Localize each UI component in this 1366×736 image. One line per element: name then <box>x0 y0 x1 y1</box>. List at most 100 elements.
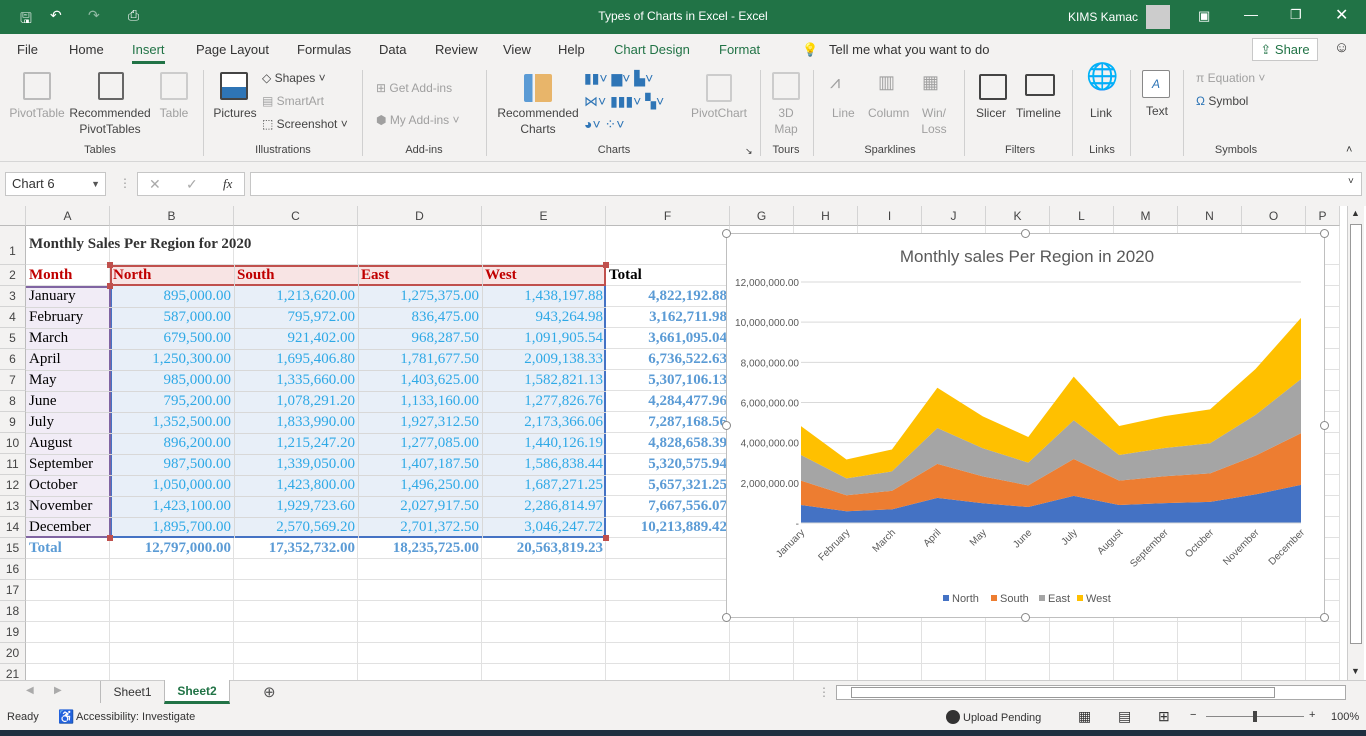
table-button[interactable]: Table <box>156 105 192 121</box>
cell[interactable] <box>794 643 858 664</box>
column-header[interactable]: C <box>234 206 358 226</box>
tab-file[interactable]: File <box>17 42 38 57</box>
row-header[interactable]: 1 <box>0 226 26 265</box>
cell[interactable] <box>26 601 110 622</box>
cell[interactable] <box>606 601 730 622</box>
cell[interactable] <box>110 622 234 643</box>
insert-function-icon[interactable]: fx <box>223 176 232 192</box>
month-cell[interactable]: April <box>26 349 110 369</box>
cell[interactable] <box>1242 643 1306 664</box>
row-header[interactable]: 20 <box>0 643 26 664</box>
row-header[interactable]: 11 <box>0 454 26 475</box>
cell[interactable] <box>606 226 730 265</box>
line-sparkline-button[interactable]: Line <box>832 105 855 121</box>
value-cell[interactable]: 1,927,312.50 <box>358 412 482 432</box>
column-header[interactable]: G <box>730 206 794 226</box>
header-cell[interactable]: South <box>234 265 278 285</box>
value-cell[interactable]: 1,133,160.00 <box>358 391 482 411</box>
value-cell[interactable]: 1,339,050.00 <box>234 454 358 474</box>
total-cell[interactable]: 5,320,575.94 <box>606 454 730 474</box>
grand-total-cell[interactable]: 17,352,732.00 <box>234 538 358 558</box>
column-header[interactable]: F <box>606 206 730 226</box>
cell[interactable] <box>1114 643 1178 664</box>
cell[interactable] <box>358 559 482 580</box>
total-cell[interactable]: 3,661,095.04 <box>606 328 730 348</box>
value-cell[interactable]: 1,695,406.80 <box>234 349 358 369</box>
cell[interactable] <box>234 601 358 622</box>
row-header[interactable]: 18 <box>0 601 26 622</box>
pivotchart-button[interactable]: PivotChart <box>688 105 750 121</box>
value-cell[interactable]: 1,277,085.00 <box>358 433 482 453</box>
recommended-charts-button[interactable]: Recommended Charts <box>494 105 582 137</box>
sheet-tab-sheet2[interactable]: Sheet2 <box>164 680 230 704</box>
column-header[interactable]: E <box>482 206 606 226</box>
name-box[interactable]: Chart 6 ▼ <box>5 172 106 196</box>
cell[interactable] <box>26 622 110 643</box>
total-cell[interactable]: 4,828,658.39 <box>606 433 730 453</box>
cell[interactable] <box>110 559 234 580</box>
resize-handle[interactable] <box>1320 229 1329 238</box>
cell[interactable] <box>110 580 234 601</box>
prev-sheet-icon[interactable]: ◀ <box>26 685 34 696</box>
chart-title[interactable]: Monthly sales Per Region in 2020 <box>900 247 1154 266</box>
value-cell[interactable]: 1,275,375.00 <box>358 286 482 306</box>
close-icon[interactable]: ✕ <box>1335 5 1348 25</box>
row-header[interactable]: 13 <box>0 496 26 517</box>
pivot-table-button[interactable]: PivotTable <box>6 105 68 121</box>
equation-button[interactable]: π Equation ˅ <box>1196 70 1265 86</box>
value-cell[interactable]: 1,582,821.13 <box>482 370 606 390</box>
value-cell[interactable]: 1,091,905.54 <box>482 328 606 348</box>
value-cell[interactable]: 1,833,990.00 <box>234 412 358 432</box>
column-header[interactable]: D <box>358 206 482 226</box>
column-header[interactable]: O <box>1242 206 1306 226</box>
tab-review[interactable]: Review <box>435 42 478 57</box>
get-addins-button[interactable]: ⊞ Get Add-ins <box>376 80 452 96</box>
value-cell[interactable]: 2,009,138.33 <box>482 349 606 369</box>
total-cell[interactable]: 7,667,556.07 <box>606 496 730 516</box>
grand-total-cell[interactable]: 18,235,725.00 <box>358 538 482 558</box>
zoom-level[interactable]: 100% <box>1331 711 1359 723</box>
value-cell[interactable]: 921,402.00 <box>234 328 358 348</box>
row-header[interactable]: 10 <box>0 433 26 454</box>
month-cell[interactable]: August <box>26 433 110 453</box>
column-header[interactable]: L <box>1050 206 1114 226</box>
value-cell[interactable]: 1,078,291.20 <box>234 391 358 411</box>
value-cell[interactable]: 1,277,826.76 <box>482 391 606 411</box>
row-header[interactable]: 2 <box>0 265 26 286</box>
total-cell[interactable]: 4,284,477.96 <box>606 391 730 411</box>
zoom-out-icon[interactable]: − <box>1190 709 1196 721</box>
row-header[interactable]: 14 <box>0 517 26 538</box>
value-cell[interactable]: 795,972.00 <box>234 307 358 327</box>
cell[interactable] <box>1050 622 1114 643</box>
shapes-button[interactable]: ◇ Shapes ˅ <box>262 70 326 86</box>
resize-handle[interactable] <box>1320 613 1329 622</box>
cell[interactable] <box>606 580 730 601</box>
pie-chart-icon[interactable]: ◕˅ ⁘˅ <box>584 116 624 132</box>
select-all-corner[interactable] <box>0 206 26 226</box>
cell[interactable] <box>234 643 358 664</box>
value-cell[interactable]: 2,570,569.20 <box>234 517 358 537</box>
share-button[interactable]: ⇪ Share <box>1252 38 1318 61</box>
value-cell[interactable]: 1,050,000.00 <box>110 475 234 495</box>
cell[interactable] <box>358 226 482 265</box>
cell[interactable] <box>986 643 1050 664</box>
cell[interactable] <box>110 601 234 622</box>
screenshot-button[interactable]: ⬚ Screenshot ˅ <box>262 116 348 132</box>
smartart-button[interactable]: ▤ SmartArt <box>262 93 324 109</box>
range-handle[interactable] <box>603 262 609 268</box>
cell[interactable] <box>482 580 606 601</box>
cell[interactable] <box>234 622 358 643</box>
cell[interactable] <box>110 643 234 664</box>
column-header[interactable]: P <box>1306 206 1340 226</box>
total-cell[interactable]: 5,657,321.25 <box>606 475 730 495</box>
total-cell[interactable]: 5,307,106.13 <box>606 370 730 390</box>
cell[interactable] <box>482 559 606 580</box>
value-cell[interactable]: 1,586,838.44 <box>482 454 606 474</box>
row-header[interactable]: 15 <box>0 538 26 559</box>
cell[interactable] <box>858 622 922 643</box>
cell[interactable] <box>1114 622 1178 643</box>
tab-page-layout[interactable]: Page Layout <box>196 42 269 57</box>
cell[interactable] <box>730 643 794 664</box>
value-cell[interactable]: 3,046,247.72 <box>482 517 606 537</box>
month-cell[interactable]: November <box>26 496 110 516</box>
